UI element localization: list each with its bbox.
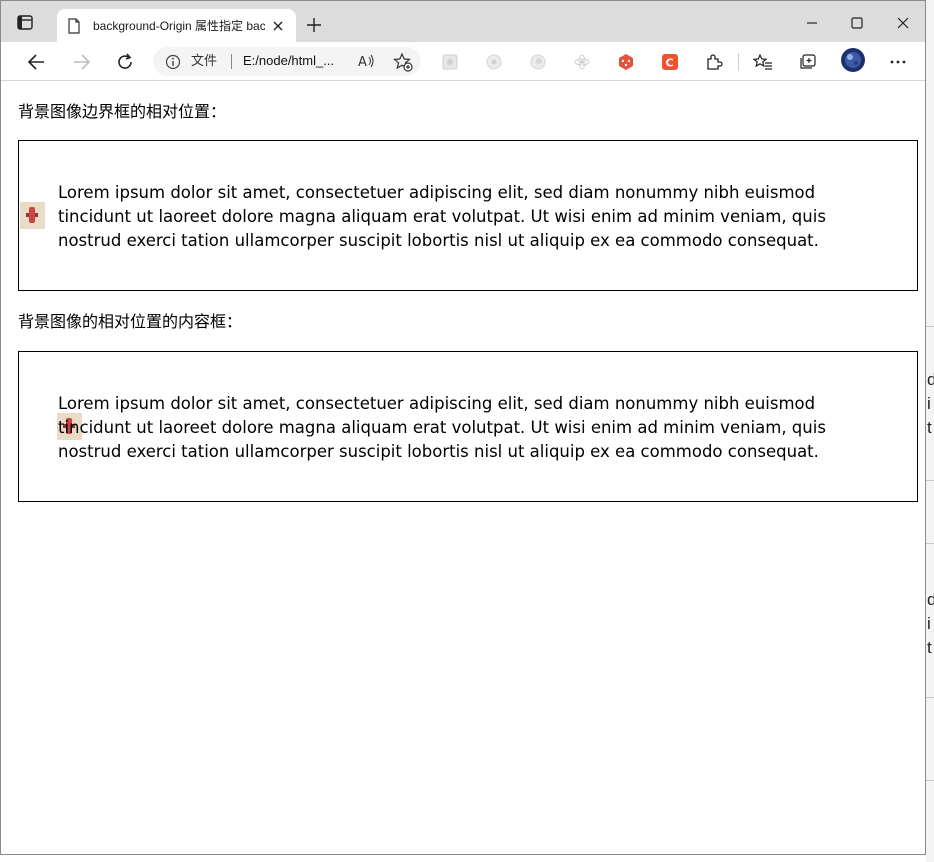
extension-icon[interactable] [441, 53, 459, 71]
background-text: t [927, 418, 932, 437]
browser-toolbar: 文件 E:/node/html_... A C [1, 42, 925, 81]
extension-icon[interactable] [573, 53, 591, 71]
svg-text:C: C [666, 57, 674, 70]
extension-icon[interactable] [485, 53, 503, 71]
extension-icon[interactable] [529, 53, 547, 71]
more-icon[interactable] [889, 53, 907, 71]
tab-strip: background-Origin 属性指定 background-positi… [1, 1, 925, 42]
background-divider [926, 480, 934, 481]
background-divider [926, 326, 934, 327]
section-heading: 背景图像边界框的相对位置： [18, 102, 227, 121]
site-label: 文件 [191, 53, 218, 68]
background-divider [926, 780, 934, 781]
url-text[interactable]: E:/node/html_... [243, 53, 345, 69]
toolbar-divider [738, 53, 739, 71]
background-text: i [927, 614, 931, 633]
page-icon [67, 18, 81, 38]
add-favorite-icon[interactable] [392, 52, 413, 76]
read-aloud-icon[interactable]: A [358, 53, 376, 73]
content-box-example: Lorem ipsum dolor sit amet, consectetuer… [18, 351, 918, 502]
puzzle-icon[interactable] [705, 53, 723, 71]
info-icon[interactable] [165, 54, 181, 74]
avatar[interactable] [841, 48, 865, 72]
back-arrow-icon[interactable] [26, 51, 48, 73]
maximize-icon[interactable] [847, 13, 867, 33]
section-heading: 背景图像的相对位置的内容框： [18, 312, 243, 331]
background-image [20, 202, 45, 229]
forward-arrow-icon[interactable] [70, 51, 92, 73]
address-separator [231, 54, 232, 69]
background-text: t [927, 638, 932, 657]
favorites-icon[interactable] [752, 53, 772, 71]
background-divider [926, 697, 934, 698]
border-box-example: Lorem ipsum dolor sit amet, consectetuer… [18, 140, 918, 291]
svg-text:A: A [358, 55, 367, 69]
tab-title: background-Origin 属性指定 background-positi… [93, 19, 265, 33]
lorem-paragraph: Lorem ipsum dolor sit amet, consectetuer… [58, 394, 826, 461]
close-icon[interactable] [271, 18, 285, 32]
address-bar[interactable]: 文件 E:/node/html_... A [153, 47, 421, 76]
background-text: d [927, 590, 934, 609]
refresh-icon[interactable] [114, 51, 136, 73]
active-tab[interactable]: background-Origin 属性指定 background-positi… [57, 9, 296, 42]
collections-icon[interactable] [798, 53, 816, 71]
background-window: d i t d i t [926, 0, 934, 862]
close-icon[interactable] [893, 13, 913, 33]
plus-icon[interactable] [305, 16, 323, 34]
minimize-icon[interactable] [802, 13, 822, 33]
extension-icon[interactable]: C [661, 53, 679, 71]
background-text: d [927, 370, 934, 389]
browser-window: background-Origin 属性指定 background-positi… [0, 0, 926, 855]
extension-icon[interactable] [617, 53, 635, 71]
tab-actions-icon[interactable] [15, 13, 35, 33]
background-divider [926, 543, 934, 544]
lorem-paragraph: Lorem ipsum dolor sit amet, consectetuer… [58, 183, 826, 250]
background-text: i [927, 394, 931, 413]
